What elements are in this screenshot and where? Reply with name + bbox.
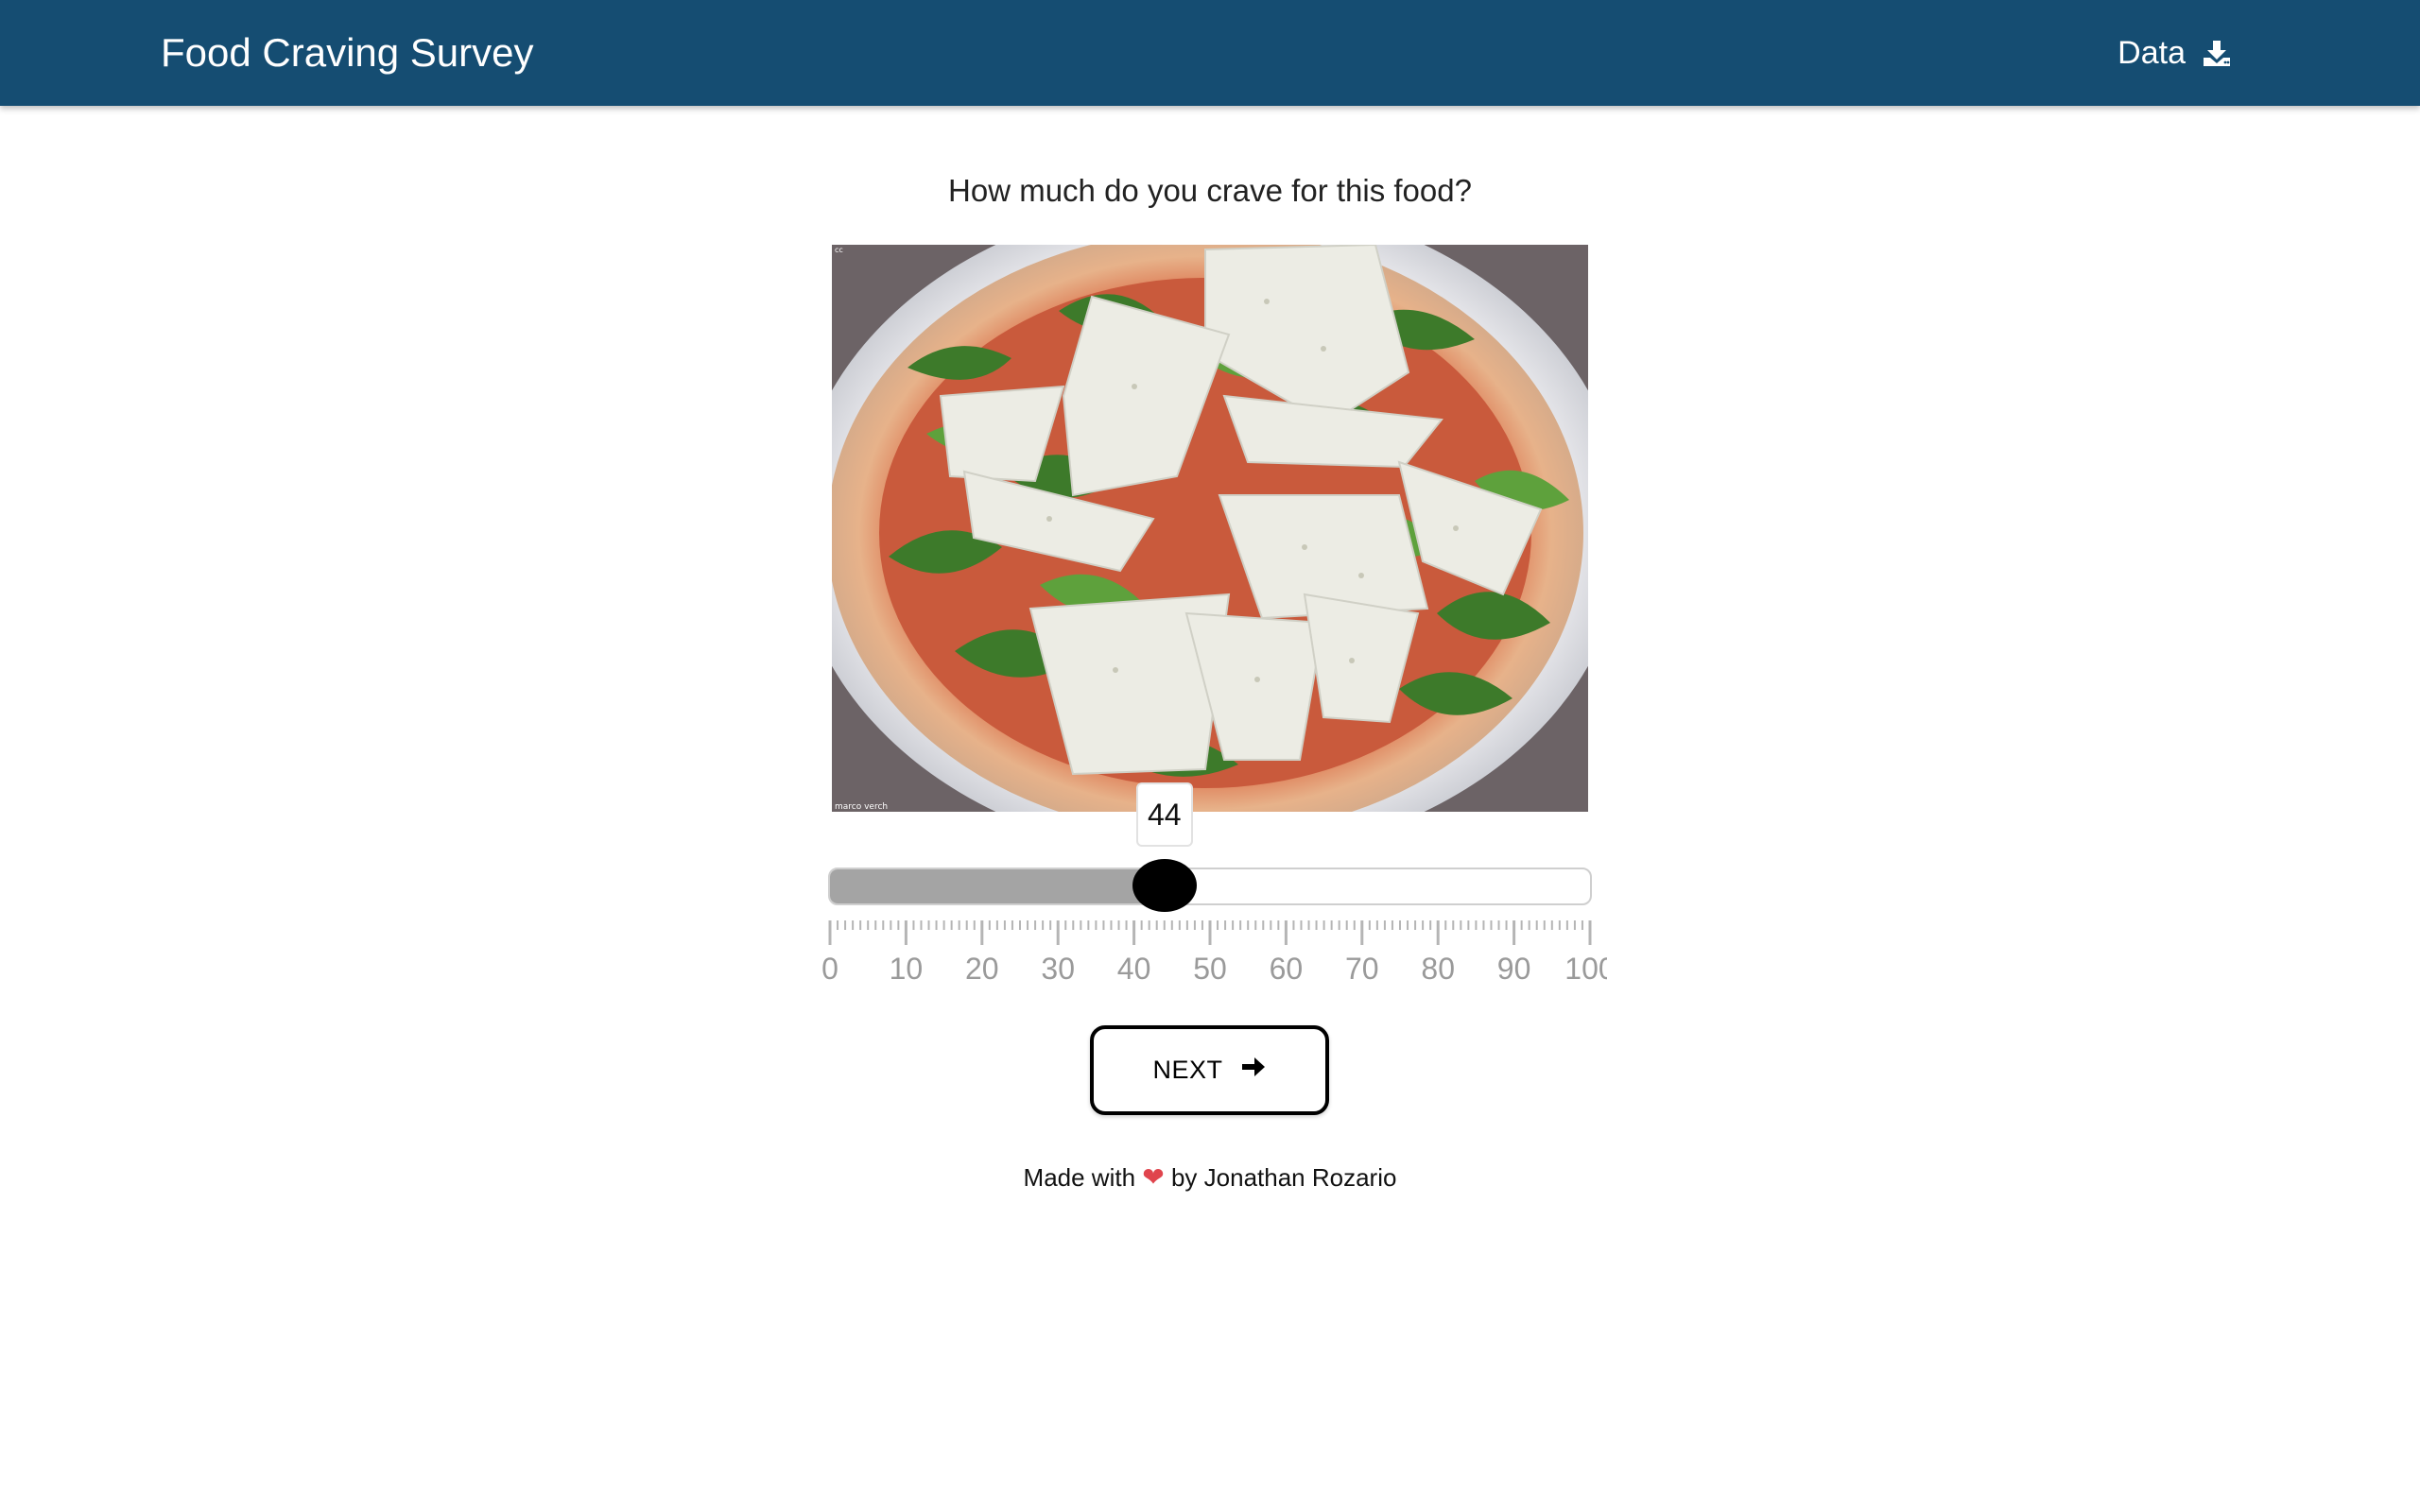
slider-thumb[interactable] [1132,859,1197,912]
data-download-link[interactable]: Data [2118,30,2231,76]
next-button-label: NEXT [1152,1056,1223,1084]
tick-label: 60 [1270,952,1304,986]
slider-value-label: 44 [1135,782,1193,847]
tick-label: 10 [890,952,924,986]
tick-label: 50 [1193,952,1227,986]
tick-label: 40 [1117,952,1151,986]
download-icon [2203,39,2231,67]
food-image: cc marco verch [832,245,1588,812]
arrow-right-icon [1240,1054,1267,1087]
next-button[interactable]: NEXT [1090,1025,1329,1115]
tick-label: 0 [821,952,838,986]
heart-icon: ❤ [1142,1162,1165,1192]
footer: Made with ❤ by Jonathan Rozario [0,1159,2420,1196]
tick-label: 100 [1564,952,1607,986]
survey-question: How much do you crave for this food? [948,173,1472,208]
image-watermark-author: marco verch [835,802,888,812]
tick-label: 90 [1497,952,1531,986]
footer-prefix: Made with [1023,1163,1136,1192]
slider-scale: 0 10 20 30 40 50 60 70 80 90 100 [821,920,1607,986]
tick-label: 30 [1041,952,1075,986]
image-watermark-cc: cc [835,246,843,254]
craving-slider-track[interactable] [828,868,1592,905]
tick-label: 80 [1421,952,1455,986]
app-title[interactable]: Food Craving Survey [161,26,534,79]
tick-label: 70 [1345,952,1379,986]
navbar: Food Craving Survey Data [0,0,2420,106]
footer-suffix: by Jonathan Rozario [1170,1163,1397,1192]
tick-label: 20 [965,952,999,986]
data-link-label: Data [2118,35,2186,71]
slider-fill [830,869,1165,903]
